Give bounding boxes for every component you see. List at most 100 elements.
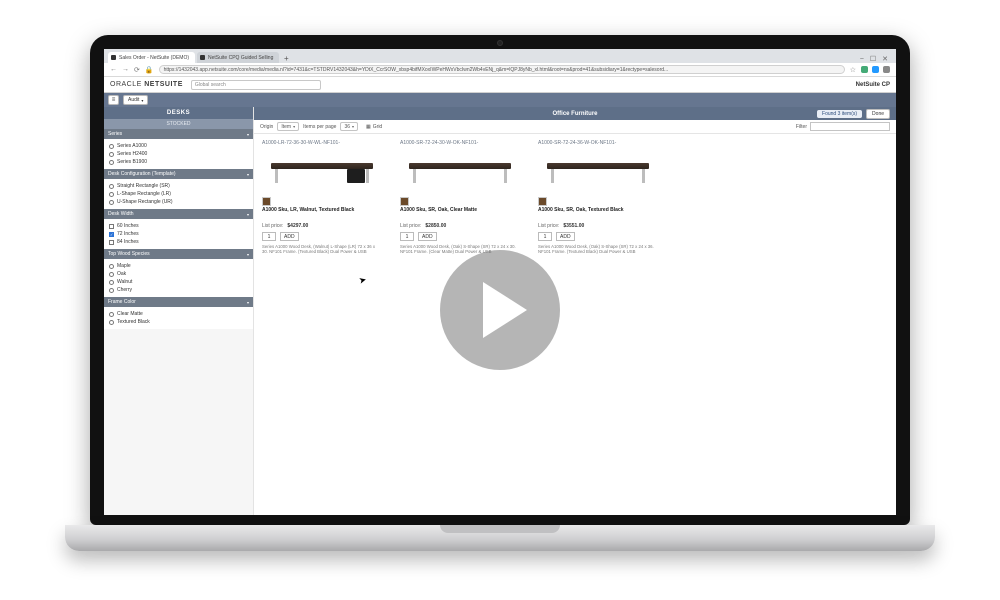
browser-tab[interactable]: Sales Order - NetSuite (DEMO) <box>108 52 195 63</box>
add-button[interactable]: ADD <box>280 232 299 241</box>
chevron-down-icon: ▾ <box>247 132 249 137</box>
facet-header[interactable]: Frame Color▾ <box>104 297 253 307</box>
price-label: List price: <box>262 223 283 229</box>
facet-header[interactable]: Desk Width▾ <box>104 209 253 219</box>
checkbox-icon <box>109 224 114 229</box>
laptop-base <box>65 525 935 551</box>
checkbox-icon <box>109 232 114 237</box>
facet-header[interactable]: Desk Configuration (Template)▾ <box>104 169 253 179</box>
product-sku: A1000-LR-72-36-30-W-WL-NF101- <box>262 140 382 146</box>
results-count: Found 3 item(s) <box>817 110 862 118</box>
app-header: ORACLE NETSUITE Global search NetSuite C… <box>104 77 896 93</box>
laptop-frame: Sales Order - NetSuite (DEMO) NetSuite C… <box>65 35 935 585</box>
main-panel: Office Furniture Found 3 item(s) Done Or… <box>254 107 896 515</box>
back-icon[interactable]: ← <box>110 66 117 73</box>
facet-body: Clear MatteTextured Black <box>104 307 253 329</box>
tab-label: NetSuite CPQ Guided Selling <box>208 55 273 61</box>
radio-icon <box>109 264 114 269</box>
page-title: Office Furniture <box>552 111 597 117</box>
global-search-input[interactable]: Global search <box>191 80 321 90</box>
facet-option[interactable]: 72 Inches <box>109 230 248 238</box>
product-thumbnail[interactable] <box>400 149 520 194</box>
add-button[interactable]: ADD <box>418 232 437 241</box>
radio-icon <box>109 144 114 149</box>
facet-option[interactable]: Textured Black <box>109 318 248 326</box>
product-description: Series A1000 Wood Desk, (Oak) S-Shape (S… <box>400 244 520 255</box>
extension-icon[interactable] <box>861 66 868 73</box>
product-thumbnail[interactable] <box>538 149 658 194</box>
chevron-down-icon: ▾ <box>247 212 249 217</box>
facet-body: Straight Rectangle (SR)L-Shape Rectangle… <box>104 179 253 209</box>
browser-tab[interactable]: NetSuite CPQ Guided Selling <box>197 52 279 63</box>
audit-button[interactable]: Audit▾ <box>123 95 148 105</box>
price-value: $3551.00 <box>563 223 584 229</box>
swatch[interactable] <box>538 197 547 206</box>
filter-label: Filter <box>796 124 807 130</box>
facet-body: 60 Inches72 Inches84 Inches <box>104 219 253 249</box>
ipp-select[interactable]: 36 <box>340 122 358 131</box>
favicon <box>111 55 116 60</box>
sidebar-subtitle: STOCKED <box>104 119 253 129</box>
chevron-down-icon: ▾ <box>247 172 249 177</box>
radio-icon <box>109 288 114 293</box>
minimize-icon[interactable]: − <box>860 56 864 63</box>
facet-option[interactable]: Maple <box>109 262 248 270</box>
page-body: DESKS STOCKED Series▾Series A1000Series … <box>104 107 896 515</box>
facet-option[interactable]: Clear Matte <box>109 310 248 318</box>
swatch[interactable] <box>400 197 409 206</box>
sidebar-title: DESKS <box>104 107 253 119</box>
browser-tab-strip: Sales Order - NetSuite (DEMO) NetSuite C… <box>104 49 896 63</box>
reload-icon[interactable]: ⟳ <box>134 66 140 74</box>
facet-option[interactable]: Walnut <box>109 278 248 286</box>
facet-option[interactable]: Series H2400 <box>109 150 248 158</box>
facet-option[interactable]: Series B1900 <box>109 158 248 166</box>
menu-button[interactable]: ≡ <box>108 95 119 105</box>
maximize-icon[interactable]: ☐ <box>870 55 876 63</box>
origin-select[interactable]: Item <box>277 122 299 131</box>
chevron-down-icon: ▾ <box>247 300 249 305</box>
url-input[interactable]: https://1432043.app.netsuite.com/core/me… <box>159 65 845 74</box>
qty-input[interactable]: 1 <box>400 232 414 241</box>
facet-header[interactable]: Series▾ <box>104 129 253 139</box>
product-thumbnail[interactable] <box>262 149 382 194</box>
done-button[interactable]: Done <box>866 109 890 119</box>
extensions <box>861 66 890 73</box>
facet-option[interactable]: Series A1000 <box>109 142 248 150</box>
product-sku: A1000-SR-72-24-36-W-OK-NF101- <box>538 140 658 146</box>
facet-option[interactable]: U-Shape Rectangle (UR) <box>109 198 248 206</box>
url-text: https://1432043.app.netsuite.com/core/me… <box>164 67 669 73</box>
facet-option[interactable]: L-Shape Rectangle (LR) <box>109 190 248 198</box>
close-icon[interactable]: ✕ <box>882 55 888 63</box>
view-mode-grid[interactable]: ▦ Grid <box>366 124 382 130</box>
product-name: A1000 Sku, SR, Oak, Clear Matte <box>400 208 520 220</box>
forward-icon[interactable]: → <box>122 66 129 73</box>
facet-header[interactable]: Top Wood Species▾ <box>104 249 253 259</box>
product-sku: A1000-SR-72-24-30-W-OK-NF101- <box>400 140 520 146</box>
swatch[interactable] <box>262 197 271 206</box>
extension-icon[interactable] <box>883 66 890 73</box>
facet-option[interactable]: 84 Inches <box>109 238 248 246</box>
price-label: List price: <box>400 223 421 229</box>
qty-input[interactable]: 1 <box>538 232 552 241</box>
add-button[interactable]: ADD <box>556 232 575 241</box>
facet-option[interactable]: Oak <box>109 270 248 278</box>
star-icon[interactable]: ☆ <box>850 66 856 74</box>
radio-icon <box>109 192 114 197</box>
filter-name-input[interactable] <box>810 122 890 131</box>
price-label: List price: <box>538 223 559 229</box>
qty-input[interactable]: 1 <box>262 232 276 241</box>
facet-option[interactable]: Cherry <box>109 286 248 294</box>
new-tab-button[interactable]: + <box>281 53 291 63</box>
product-card: A1000-SR-72-24-36-W-OK-NF101-A1000 Sku, … <box>538 140 658 255</box>
facet-option[interactable]: 60 Inches <box>109 222 248 230</box>
product-card: A1000-SR-72-24-30-W-OK-NF101- A1000 Sku, … <box>400 140 520 255</box>
extension-icon[interactable] <box>872 66 879 73</box>
action-toolbar: ≡ Audit▾ <box>104 93 896 107</box>
radio-icon <box>109 184 114 189</box>
radio-icon <box>109 320 114 325</box>
facet-option[interactable]: Straight Rectangle (SR) <box>109 182 248 190</box>
grid-icon: ▦ <box>366 124 371 130</box>
radio-icon <box>109 312 114 317</box>
origin-label: Origin <box>260 124 273 130</box>
price-value: $2850.00 <box>425 223 446 229</box>
